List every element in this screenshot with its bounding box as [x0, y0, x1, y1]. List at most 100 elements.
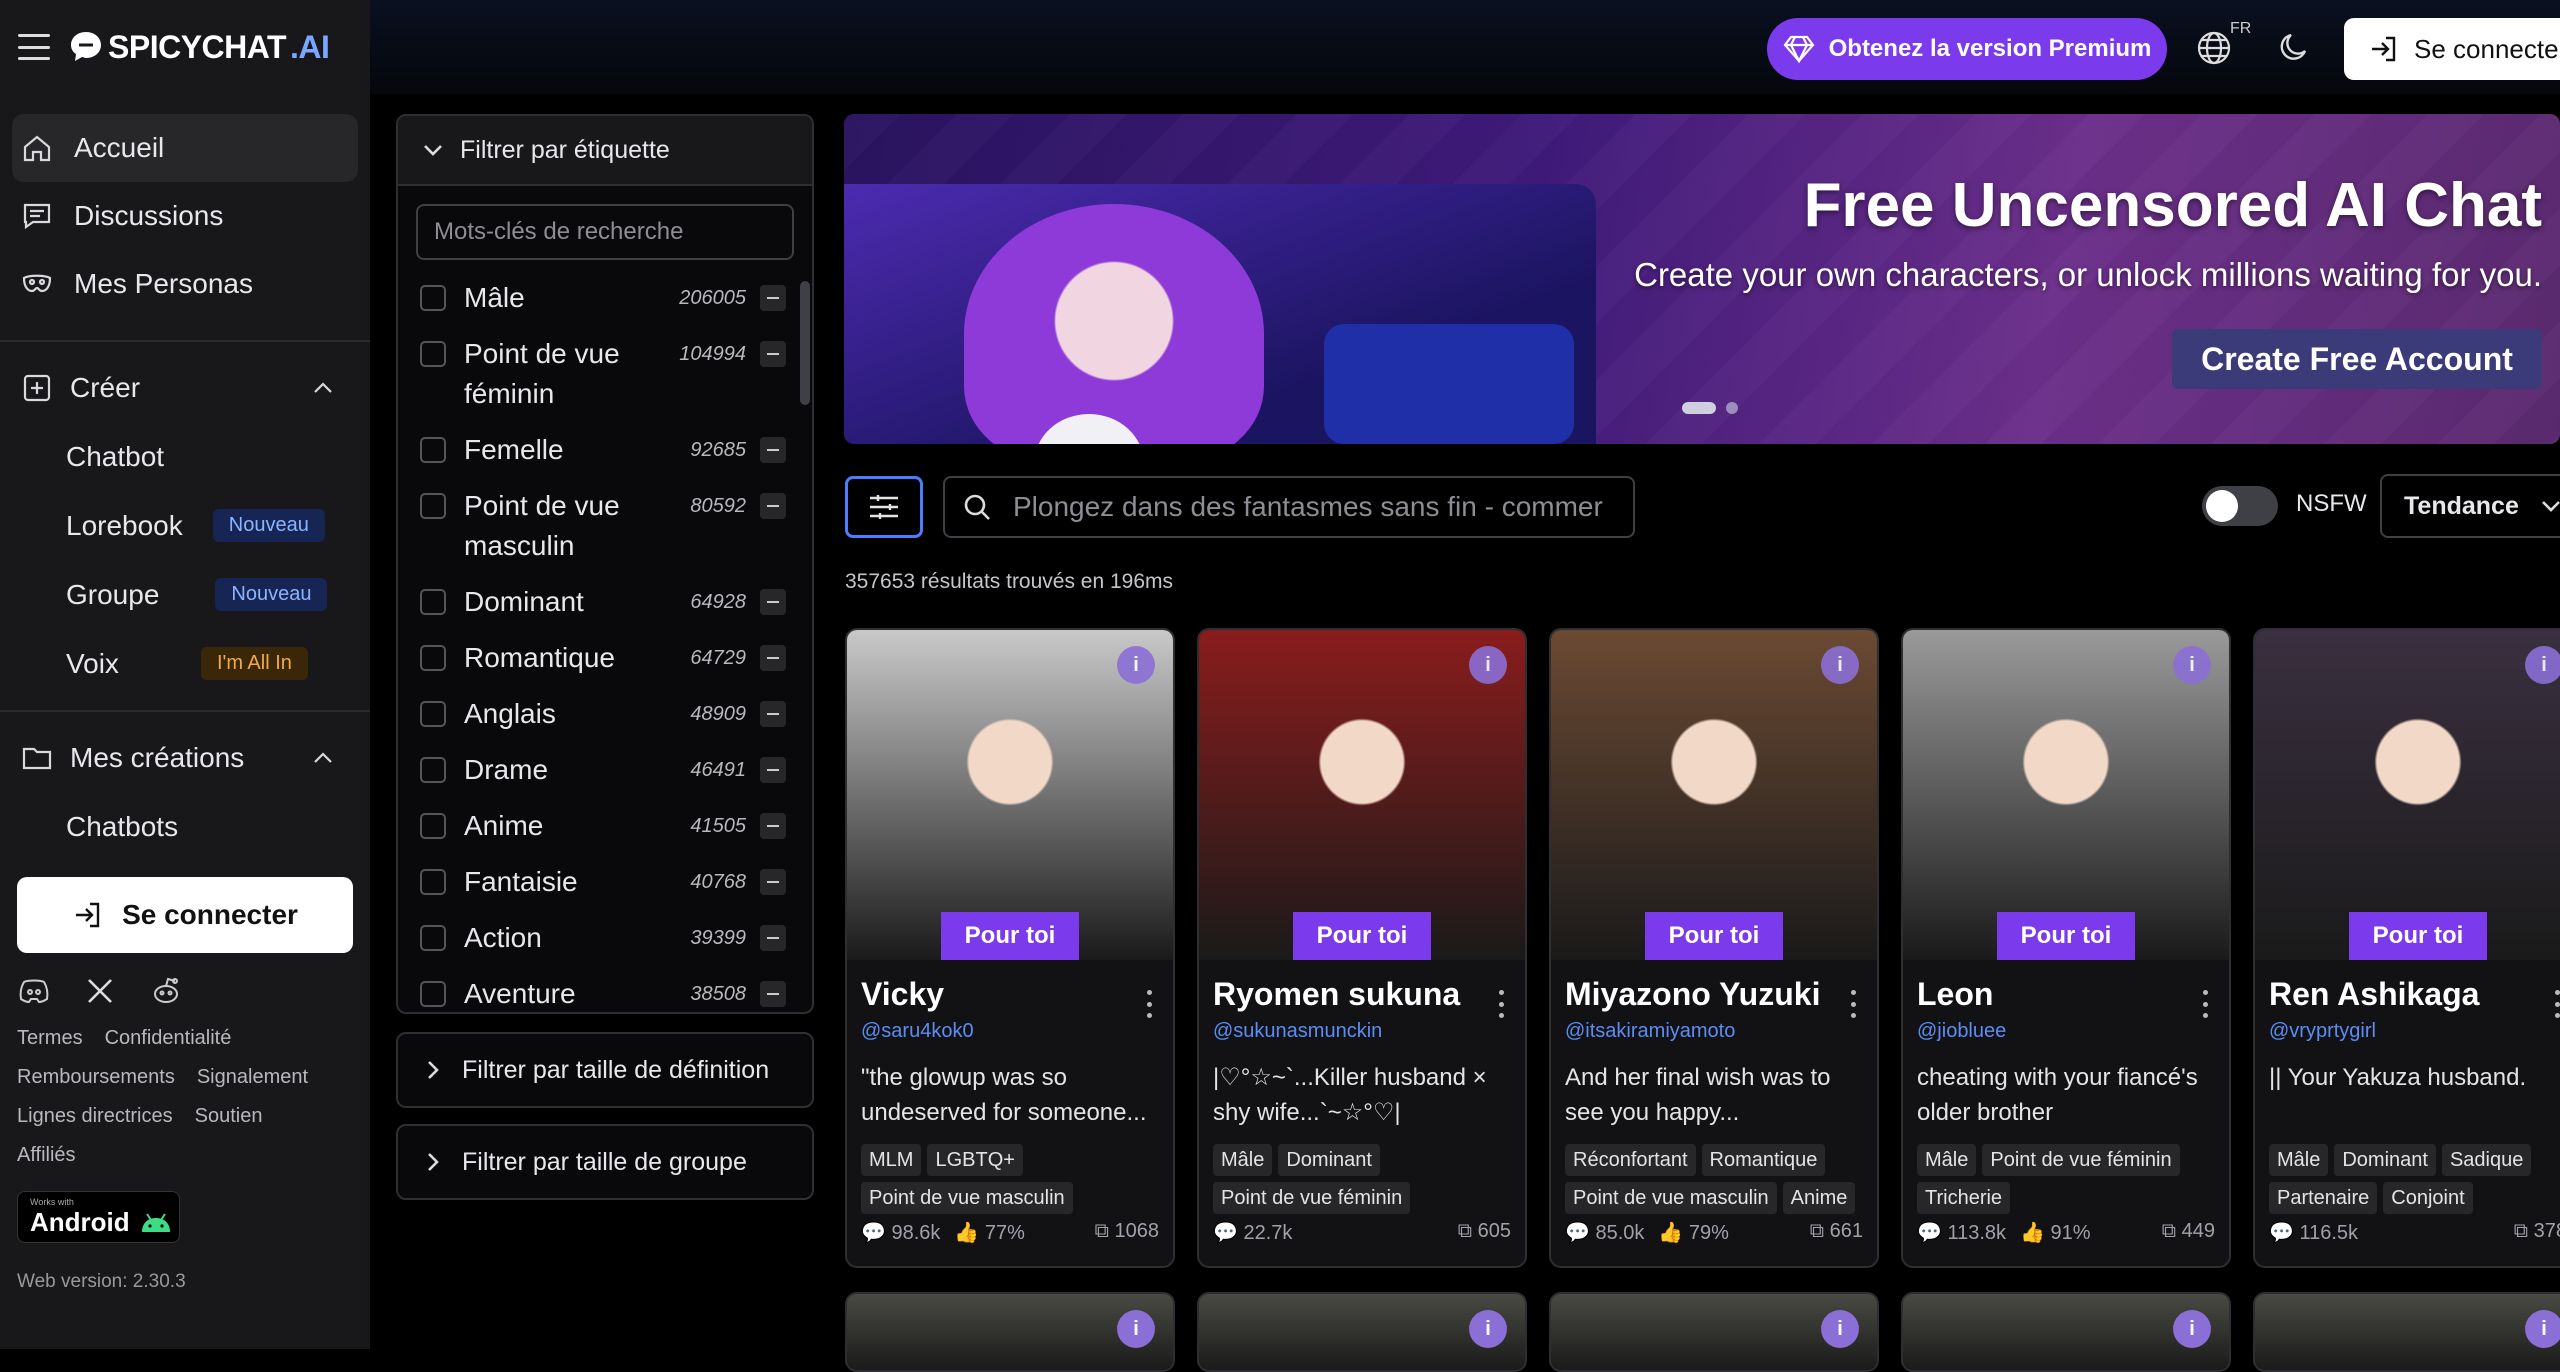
tag-filter-row[interactable]: Drame 46491 — [398, 742, 812, 798]
exclude-tag-button[interactable] — [760, 645, 786, 671]
character-card-partial[interactable]: i — [845, 1292, 1175, 1372]
info-icon[interactable]: i — [1117, 646, 1155, 684]
create-section-header[interactable]: Créer — [0, 354, 370, 422]
character-tag[interactable]: Point de vue féminin — [1982, 1144, 2180, 1176]
top-login-button[interactable]: Se connecter — [2344, 18, 2560, 80]
character-avatar[interactable]: i Pour toi — [1199, 630, 1525, 960]
group-size-filter[interactable]: Filtrer par taille de groupe — [396, 1124, 814, 1200]
creator-handle[interactable]: @saru4kok0 — [861, 1020, 974, 1043]
character-tag[interactable]: MLM — [861, 1144, 922, 1176]
tag-filter-row[interactable]: Femelle 92685 — [398, 422, 812, 478]
character-card[interactable]: i Pour toi Vicky @saru4kok0 "the glowup was … — [845, 628, 1175, 1268]
sidebar-item-voix[interactable]: Voix I'm All In — [0, 629, 370, 698]
character-avatar[interactable]: i Pour toi — [847, 630, 1173, 960]
character-card[interactable]: i Pour toi Ryomen sukuna @sukunasmunckin |♡°… — [1197, 628, 1527, 1268]
keyword-search-input[interactable]: Mots-clés de recherche — [416, 204, 794, 260]
nav-item-accueil[interactable]: Accueil — [12, 114, 358, 182]
character-tag[interactable]: Conjoint — [2383, 1182, 2473, 1214]
sidebar-item-chatbots[interactable]: Chatbots — [0, 792, 370, 861]
footer-link[interactable]: Affiliés — [17, 1144, 76, 1167]
character-avatar[interactable]: i Pour toi — [2255, 630, 2560, 960]
exclude-tag-button[interactable] — [760, 981, 786, 1007]
tag-filter-row[interactable]: Aventure 38508 — [398, 966, 812, 1012]
more-options-icon[interactable] — [2555, 990, 2560, 1018]
character-avatar[interactable]: i Pour toi — [1551, 630, 1877, 960]
exclude-tag-button[interactable] — [760, 341, 786, 367]
character-tag[interactable]: Mâle — [2269, 1144, 2329, 1176]
exclude-tag-button[interactable] — [760, 813, 786, 839]
tag-filter-row[interactable]: Point de vue masculin 80592 — [398, 478, 812, 574]
character-tag[interactable]: LGBTQ+ — [927, 1144, 1023, 1176]
creator-handle[interactable]: @sukunasmunckin — [1213, 1020, 1382, 1043]
tag-filter-row[interactable]: Action 39399 — [398, 910, 812, 966]
creations-section-header[interactable]: Mes créations — [0, 724, 370, 792]
character-card[interactable]: i Pour toi Ren Ashikaga @vryprtygirl || Your… — [2253, 628, 2560, 1268]
footer-link[interactable]: Termes — [17, 1027, 83, 1050]
android-badge[interactable]: Works with Android — [17, 1191, 180, 1243]
sidebar-item-chatbot[interactable]: Chatbot — [0, 422, 370, 491]
character-tag[interactable]: Mâle — [1213, 1144, 1273, 1176]
creator-handle[interactable]: @jiobluee — [1917, 1020, 2006, 1043]
exclude-tag-button[interactable] — [760, 925, 786, 951]
footer-link[interactable]: Soutien — [195, 1105, 263, 1128]
tag-filter-header[interactable]: Filtrer par étiquette — [398, 116, 812, 186]
character-card-partial[interactable]: i — [1901, 1292, 2231, 1372]
tag-checkbox[interactable] — [420, 285, 446, 311]
sort-dropdown[interactable]: Tendance — [2380, 474, 2560, 538]
character-tag[interactable]: Romantique — [1701, 1144, 1826, 1176]
tag-checkbox[interactable] — [420, 589, 446, 615]
info-icon[interactable]: i — [1469, 646, 1507, 684]
more-options-icon[interactable] — [1851, 990, 1857, 1018]
info-icon[interactable]: i — [2525, 1310, 2560, 1348]
tag-checkbox[interactable] — [420, 869, 446, 895]
exclude-tag-button[interactable] — [760, 493, 786, 519]
premium-button[interactable]: Obtenez la version Premium — [1767, 18, 2167, 80]
character-tag[interactable]: Mâle — [1917, 1144, 1977, 1176]
info-icon[interactable]: i — [2173, 646, 2211, 684]
tag-checkbox[interactable] — [420, 981, 446, 1007]
info-icon[interactable]: i — [2173, 1310, 2211, 1348]
character-card[interactable]: i Pour toi Miyazono Yuzuki @itsakiramiyamot… — [1549, 628, 1879, 1268]
creator-handle[interactable]: @itsakiramiyamoto — [1565, 1020, 1735, 1043]
carousel-dot-active[interactable] — [1682, 402, 1716, 414]
filter-toggle-button[interactable] — [845, 476, 923, 538]
tag-filter-row[interactable]: Mâle 206005 — [398, 270, 812, 326]
info-icon[interactable]: i — [2525, 646, 2560, 684]
sidebar-item-lorebook[interactable]: Lorebook Nouveau — [0, 491, 370, 560]
character-tag[interactable]: Point de vue masculin — [861, 1182, 1073, 1214]
character-tag[interactable]: Sadique — [2441, 1144, 2532, 1176]
tag-filter-row[interactable]: Point de vue féminin 104994 — [398, 326, 812, 422]
tag-list-scrollbar[interactable] — [800, 281, 810, 405]
more-options-icon[interactable] — [1499, 990, 1505, 1018]
sidebar-item-groupe[interactable]: Groupe Nouveau — [0, 560, 370, 629]
carousel-dot[interactable] — [1726, 402, 1738, 414]
exclude-tag-button[interactable] — [760, 589, 786, 615]
character-card[interactable]: i Pour toi Leon @jiobluee cheating with your… — [1901, 628, 2231, 1268]
info-icon[interactable]: i — [1117, 1310, 1155, 1348]
character-tag[interactable]: Point de vue masculin — [1565, 1182, 1777, 1214]
nav-item-personas[interactable]: Mes Personas — [12, 250, 358, 318]
menu-icon[interactable] — [18, 34, 50, 60]
creator-handle[interactable]: @vryprtygirl — [2269, 1020, 2376, 1043]
discord-icon[interactable] — [18, 975, 50, 1007]
tag-filter-row[interactable]: Romantique 64729 — [398, 630, 812, 686]
tag-checkbox[interactable] — [420, 341, 446, 367]
theme-toggle[interactable] — [2278, 30, 2312, 69]
tag-checkbox[interactable] — [420, 645, 446, 671]
tag-filter-row[interactable]: Fantaisie 40768 — [398, 854, 812, 910]
tag-checkbox[interactable] — [420, 925, 446, 951]
x-twitter-icon[interactable] — [84, 975, 116, 1007]
tag-filter-row[interactable]: Anime 41505 — [398, 798, 812, 854]
search-input[interactable]: Plongez dans des fantasmes sans fin - co… — [943, 476, 1635, 538]
reddit-icon[interactable] — [150, 975, 182, 1007]
footer-link[interactable]: Remboursements — [17, 1066, 175, 1089]
exclude-tag-button[interactable] — [760, 757, 786, 783]
tag-checkbox[interactable] — [420, 437, 446, 463]
definition-size-filter[interactable]: Filtrer par taille de définition — [396, 1032, 814, 1108]
tag-checkbox[interactable] — [420, 813, 446, 839]
tag-checkbox[interactable] — [420, 757, 446, 783]
info-icon[interactable]: i — [1821, 1310, 1859, 1348]
brand-logo[interactable]: SPICYCHAT .AI — [68, 29, 330, 66]
sidebar-login-button[interactable]: Se connecter — [17, 877, 353, 953]
character-tag[interactable]: Réconfortant — [1565, 1144, 1696, 1176]
